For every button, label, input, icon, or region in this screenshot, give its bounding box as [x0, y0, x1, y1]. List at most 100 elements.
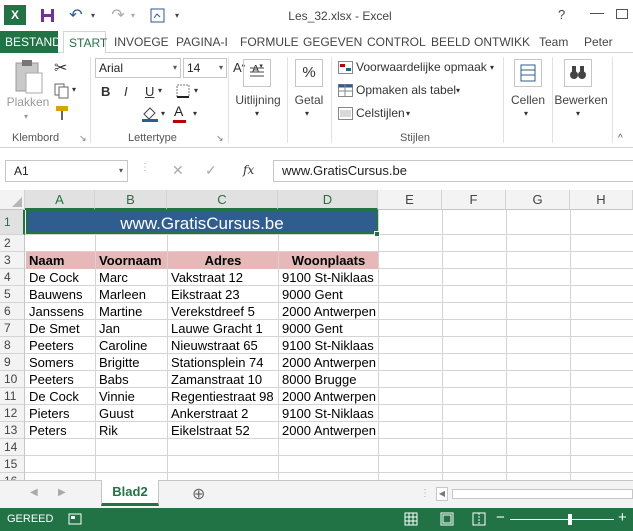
enter-button[interactable]: ✓: [205, 162, 217, 179]
tab-formulas[interactable]: FORMULE: [235, 31, 304, 53]
underline-dropdown-icon[interactable]: ▾: [158, 86, 162, 95]
data-cell[interactable]: 9100 St-Niklaas: [279, 269, 378, 286]
borders-dropdown-icon[interactable]: ▾: [194, 86, 198, 95]
cancel-button[interactable]: ✕: [172, 162, 184, 179]
data-cell[interactable]: 2000 Antwerpen: [279, 354, 378, 371]
data-cell[interactable]: 9100 St-Niklaas: [279, 337, 378, 354]
row-header-16[interactable]: 16: [0, 473, 25, 480]
name-box[interactable]: A1 ▾: [5, 160, 128, 182]
data-cell[interactable]: De Cock: [26, 388, 95, 405]
fill-color-dropdown-icon[interactable]: ▾: [161, 109, 165, 118]
data-cell[interactable]: Lauwe Gracht 1: [168, 320, 278, 337]
row-header-12[interactable]: 12: [0, 405, 25, 422]
macro-recording-icon[interactable]: [68, 512, 82, 529]
data-cell[interactable]: Brigitte: [96, 354, 167, 371]
tab-data[interactable]: GEGEVEN: [298, 31, 367, 53]
zoom-in-button[interactable]: +: [618, 509, 627, 526]
clipboard-launcher-icon[interactable]: ↘: [79, 133, 87, 144]
data-cell[interactable]: Peters: [26, 422, 95, 439]
borders-icon[interactable]: [176, 84, 190, 101]
sheet-split-handle-icon[interactable]: ⋮: [420, 488, 430, 499]
row-header-9[interactable]: 9: [0, 354, 25, 371]
data-cell[interactable]: 2000 Antwerpen: [279, 303, 378, 320]
fill-color-icon[interactable]: [141, 105, 159, 126]
horizontal-scrollbar[interactable]: [452, 489, 633, 499]
data-cell[interactable]: Janssens: [26, 303, 95, 320]
tab-developer[interactable]: ONTWIKK: [469, 31, 535, 53]
zoom-out-button[interactable]: −: [496, 509, 505, 526]
column-header-h[interactable]: H: [570, 190, 633, 210]
title-cell-a1[interactable]: www.GratisCursus.be: [26, 210, 378, 234]
header-cell-naam[interactable]: Naam: [26, 252, 95, 269]
cells-button-label[interactable]: Cellen: [506, 93, 550, 107]
user-account[interactable]: Peter DeS: [579, 31, 633, 71]
normal-view-icon[interactable]: [404, 512, 418, 529]
data-cell[interactable]: Pieters: [26, 405, 95, 422]
font-color-dropdown-icon[interactable]: ▾: [193, 109, 197, 118]
data-cell[interactable]: 9100 St-Niklaas: [279, 405, 378, 422]
number-format-button[interactable]: %: [295, 59, 323, 87]
data-cell[interactable]: Caroline: [96, 337, 167, 354]
row-header-11[interactable]: 11: [0, 388, 25, 405]
tab-review[interactable]: CONTROL: [362, 31, 431, 53]
font-size-combo[interactable]: 14 ▾: [183, 58, 227, 78]
maximize-button[interactable]: [616, 9, 628, 19]
fill-handle[interactable]: [374, 231, 380, 237]
minimize-button[interactable]: —: [590, 4, 604, 20]
number-dropdown-icon[interactable]: ▾: [305, 109, 309, 118]
redo-dropdown-icon[interactable]: ▾: [128, 6, 138, 24]
zoom-slider-track[interactable]: [510, 519, 614, 520]
data-cell[interactable]: Rik: [96, 422, 167, 439]
data-cell[interactable]: Nieuwstraat 65: [168, 337, 278, 354]
row-header-1[interactable]: 1: [0, 210, 25, 235]
header-cell-voornaam[interactable]: Voornaam: [96, 252, 167, 269]
row-header-2[interactable]: 2: [0, 235, 25, 252]
paste-icon[interactable]: [12, 59, 44, 97]
header-cell-woonplaats[interactable]: Woonplaats: [279, 252, 378, 269]
format-painter-icon[interactable]: [54, 105, 70, 124]
tab-view[interactable]: BEELD: [426, 31, 475, 53]
tab-insert[interactable]: INVOEGE: [109, 31, 174, 53]
data-cell[interactable]: De Smet: [26, 320, 95, 337]
paste-dropdown-icon[interactable]: ▾: [24, 112, 28, 121]
collapse-ribbon-icon[interactable]: ^: [618, 133, 623, 144]
sheet-tab-blad2[interactable]: Blad2: [101, 480, 159, 506]
data-cell[interactable]: Marc: [96, 269, 167, 286]
tab-file[interactable]: BESTAND: [0, 31, 61, 53]
qat-dropdown-icon[interactable]: ▾: [172, 6, 182, 24]
data-cell[interactable]: Zamanstraat 10: [168, 371, 278, 388]
scroll-sheets-right-icon[interactable]: ▶: [58, 487, 66, 498]
column-header-g[interactable]: G: [506, 190, 570, 210]
copy-dropdown-icon[interactable]: ▾: [72, 85, 76, 94]
data-cell[interactable]: Peeters: [26, 337, 95, 354]
page-break-view-icon[interactable]: [472, 512, 486, 529]
cut-icon[interactable]: ✂: [54, 58, 67, 78]
data-cell[interactable]: Stationsplein 74: [168, 354, 278, 371]
row-header-14[interactable]: 14: [0, 439, 25, 456]
zoom-slider-thumb[interactable]: [568, 514, 572, 525]
data-cell[interactable]: 9000 Gent: [279, 320, 378, 337]
cell-styles-button[interactable]: Celstijlen: [356, 106, 405, 120]
data-cell[interactable]: Marleen: [96, 286, 167, 303]
data-cell[interactable]: Jan: [96, 320, 167, 337]
data-cell[interactable]: Peeters: [26, 371, 95, 388]
alignment-dropdown-icon[interactable]: ▾: [255, 109, 259, 118]
column-header-f[interactable]: F: [442, 190, 506, 210]
data-cell[interactable]: Ankerstraat 2: [168, 405, 278, 422]
data-cell[interactable]: Eikelstraat 52: [168, 422, 278, 439]
data-cell[interactable]: Martine: [96, 303, 167, 320]
row-header-5[interactable]: 5: [0, 286, 25, 303]
conditional-format-dropdown-icon[interactable]: ▾: [490, 63, 494, 72]
data-cell[interactable]: 2000 Antwerpen: [279, 422, 378, 439]
row-header-10[interactable]: 10: [0, 371, 25, 388]
font-name-combo[interactable]: Arial ▾: [95, 58, 181, 78]
data-cell[interactable]: De Cock: [26, 269, 95, 286]
page-layout-view-icon[interactable]: [440, 512, 454, 529]
binoculars-icon[interactable]: [564, 59, 592, 87]
data-cell[interactable]: Babs: [96, 371, 167, 388]
undo-icon[interactable]: ↶: [66, 6, 86, 24]
data-cell[interactable]: Vakstraat 12: [168, 269, 278, 286]
paste-button-label[interactable]: Plakken: [4, 95, 52, 109]
row-header-15[interactable]: 15: [0, 456, 25, 473]
conditional-format-button[interactable]: Voorwaardelijke opmaak: [356, 60, 487, 74]
